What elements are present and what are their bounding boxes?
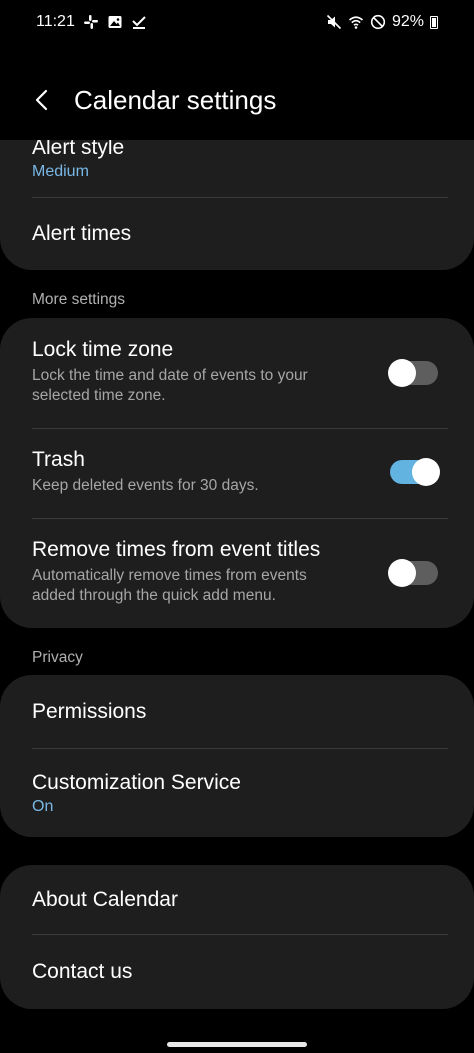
permissions-title: Permissions bbox=[32, 700, 147, 723]
remove-times-subtitle-1: Automatically remove times from events bbox=[32, 567, 307, 584]
settings-list[interactable]: Alert style Medium Alert times More sett… bbox=[0, 140, 474, 1053]
lock-time-zone-title: Lock time zone bbox=[32, 338, 174, 361]
trash-toggle[interactable] bbox=[390, 458, 440, 486]
alert-times-title: Alert times bbox=[32, 222, 132, 245]
battery-icon bbox=[430, 15, 438, 29]
status-time: 11:21 bbox=[36, 13, 75, 30]
app-header: Calendar settings bbox=[0, 72, 474, 128]
status-left: 11:21 bbox=[36, 13, 147, 31]
check-icon bbox=[131, 14, 147, 30]
more-settings-card: Lock time zone Lock the time and date of… bbox=[0, 318, 474, 628]
home-gesture-handle[interactable] bbox=[167, 1042, 307, 1047]
alert-style-value: Medium bbox=[32, 162, 89, 180]
customization-service-item[interactable]: Customization Service On bbox=[32, 749, 438, 837]
mute-icon bbox=[326, 14, 342, 30]
dnd-icon bbox=[370, 14, 386, 30]
divider bbox=[32, 428, 448, 429]
toggle-knob bbox=[388, 359, 416, 387]
chevron-left-icon bbox=[35, 89, 48, 111]
contact-us-item[interactable]: Contact us bbox=[32, 935, 438, 1009]
remove-times-item[interactable]: Remove times from event titles Automatic… bbox=[32, 538, 438, 610]
customization-service-title: Customization Service bbox=[32, 770, 241, 794]
divider bbox=[32, 518, 448, 519]
lock-time-zone-subtitle-1: Lock the time and date of events to your bbox=[32, 367, 308, 384]
section-header-more-settings: More settings bbox=[32, 291, 126, 308]
about-card: About Calendar Contact us bbox=[0, 865, 474, 1009]
about-calendar-title: About Calendar bbox=[32, 888, 178, 911]
back-button[interactable] bbox=[12, 72, 72, 128]
trash-subtitle: Keep deleted events for 30 days. bbox=[32, 477, 259, 494]
contact-us-title: Contact us bbox=[32, 960, 133, 983]
remove-times-subtitle-2: added through the quick add menu. bbox=[32, 587, 276, 604]
about-calendar-item[interactable]: About Calendar bbox=[32, 865, 438, 935]
alert-times-item[interactable]: Alert times bbox=[32, 198, 438, 270]
slack-icon bbox=[83, 14, 99, 30]
remove-times-toggle[interactable] bbox=[388, 559, 438, 587]
alerts-card: Alert style Medium Alert times bbox=[0, 140, 474, 270]
battery-percent: 92% bbox=[391, 13, 424, 30]
status-bar: 11:21 92% bbox=[0, 0, 474, 44]
section-header-privacy: Privacy bbox=[32, 649, 83, 666]
alert-style-item[interactable]: Alert style Medium bbox=[32, 140, 438, 188]
lock-time-zone-item[interactable]: Lock time zone Lock the time and date of… bbox=[32, 338, 438, 410]
customization-service-value: On bbox=[32, 797, 54, 815]
privacy-card: Permissions Customization Service On bbox=[0, 675, 474, 837]
page-title: Calendar settings bbox=[74, 84, 277, 115]
gallery-icon bbox=[107, 14, 123, 30]
lock-time-zone-toggle[interactable] bbox=[388, 359, 438, 387]
toggle-knob bbox=[412, 458, 440, 486]
lock-time-zone-subtitle-2: selected time zone. bbox=[32, 387, 166, 404]
alert-style-title: Alert style bbox=[32, 140, 125, 159]
trash-item[interactable]: Trash Keep deleted events for 30 days. bbox=[32, 448, 438, 508]
trash-title: Trash bbox=[32, 448, 85, 471]
toggle-knob bbox=[388, 559, 416, 587]
remove-times-title: Remove times from event titles bbox=[32, 538, 321, 561]
status-right: 92% bbox=[326, 13, 438, 31]
navigation-bar bbox=[0, 1033, 474, 1053]
permissions-item[interactable]: Permissions bbox=[32, 675, 438, 749]
wifi-icon bbox=[348, 14, 364, 30]
